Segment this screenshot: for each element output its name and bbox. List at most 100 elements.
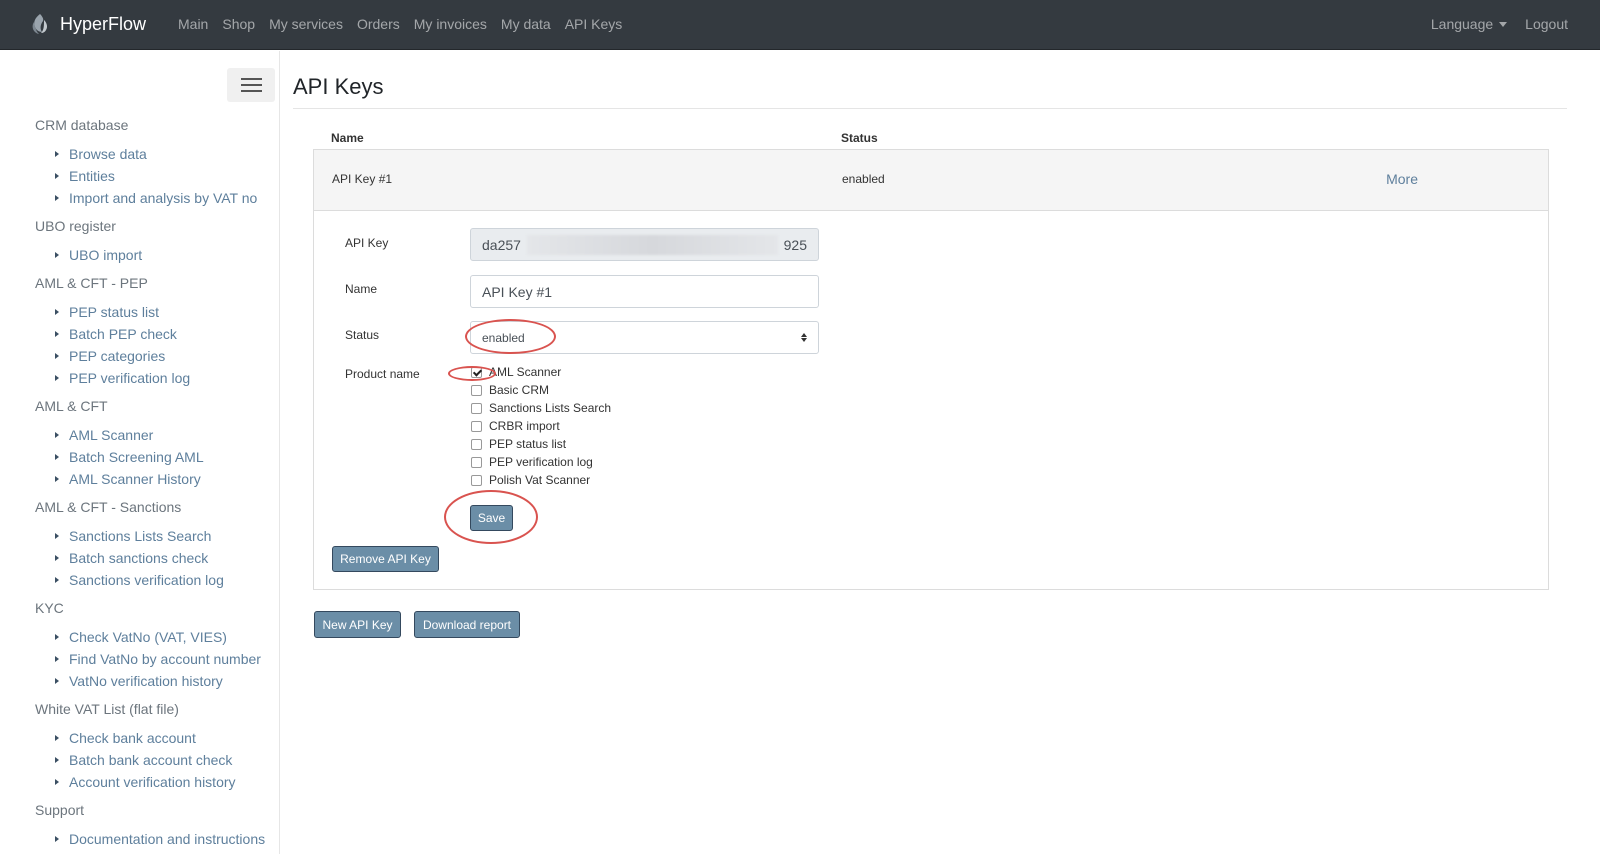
remove-api-key-button[interactable]: Remove API Key [332, 546, 439, 572]
product-checkbox-label: PEP verification log [489, 455, 593, 469]
new-api-key-button[interactable]: New API Key [314, 611, 401, 638]
sidebar-section-title: Support [35, 802, 85, 818]
sidebar-menu: CRM database Browse data Entities Import… [35, 116, 280, 854]
save-button[interactable]: Save [470, 505, 513, 531]
column-header-name: Name [331, 131, 364, 145]
sidebar-group-ubo: UBO register UBO import [35, 217, 280, 268]
sidebar-item-batch-bank-account-check[interactable]: Batch bank account check [35, 751, 280, 773]
sidebar-group-sanctions: AML & CFT - Sanctions Sanctions Lists Se… [35, 498, 280, 593]
language-label: Language [1430, 16, 1494, 32]
sidebar-item-check-bank-account[interactable]: Check bank account [35, 729, 280, 751]
sidebar-item-ubo-import[interactable]: UBO import [35, 246, 280, 268]
brand[interactable]: HyperFlow [28, 12, 146, 36]
sidebar-item-pep-status-list[interactable]: PEP status list [35, 303, 280, 325]
sidebar-toggle-button[interactable] [227, 68, 275, 102]
sidebar: CRM database Browse data Entities Import… [0, 51, 280, 854]
status-select-value: enabled [482, 330, 525, 345]
sidebar-group-kyc: KYC Check VatNo (VAT, VIES) Find VatNo b… [35, 599, 280, 694]
language-dropdown[interactable]: Language [1430, 16, 1508, 32]
product-checkbox-label: PEP status list [489, 437, 567, 451]
product-checkbox-label: Sanctions Lists Search [489, 401, 612, 415]
sidebar-item-browse-data[interactable]: Browse data [35, 145, 280, 167]
sidebar-item-aml-scanner[interactable]: AML Scanner [35, 426, 280, 448]
product-checkbox-polish-vat-scanner[interactable]: Polish Vat Scanner [470, 471, 611, 489]
api-key-row-name: API Key #1 [332, 172, 393, 186]
product-checkbox-label: Polish Vat Scanner [489, 473, 591, 487]
status-label: Status [345, 328, 380, 342]
product-name-label: Product name [345, 367, 420, 381]
sidebar-section-title: UBO register [35, 218, 116, 234]
sidebar-item-pep-categories[interactable]: PEP categories [35, 347, 280, 369]
sidebar-item-batch-pep-check[interactable]: Batch PEP check [35, 325, 280, 347]
sidebar-section-title: AML & CFT - Sanctions [35, 499, 182, 515]
sidebar-group-support: Support Documentation and instructions [35, 801, 280, 852]
sidebar-item-sanctions-verification-log[interactable]: Sanctions verification log [35, 571, 280, 593]
sidebar-item-entities[interactable]: Entities [35, 167, 280, 189]
api-key-field[interactable]: da257 925 [470, 228, 819, 261]
top-navbar: HyperFlow Main Shop My services Orders M… [0, 0, 1600, 50]
product-checkbox-list: AML Scanner Basic CRM Sanctions Lists Se… [470, 363, 611, 489]
sidebar-section-title: CRM database [35, 117, 129, 133]
page-title: API Keys [293, 74, 384, 99]
product-checkbox-label: Basic CRM [489, 383, 550, 397]
caret-down-icon [1499, 21, 1508, 27]
more-link[interactable]: More [1386, 171, 1418, 187]
sidebar-item-aml-scanner-history[interactable]: AML Scanner History [35, 470, 280, 492]
api-key-row-status: enabled [842, 172, 885, 186]
api-key-label: API Key [345, 236, 389, 250]
checkbox-icon [471, 438, 482, 450]
sidebar-item-import-vat[interactable]: Import and analysis by VAT no [35, 189, 280, 211]
checkbox-icon [471, 384, 482, 396]
product-checkbox-pep-verification-log[interactable]: PEP verification log [470, 453, 611, 471]
name-label: Name [345, 282, 378, 296]
sidebar-item-batch-sanctions-check[interactable]: Batch sanctions check [35, 549, 280, 571]
nav-shop[interactable]: Shop [222, 16, 255, 32]
sidebar-section-title: White VAT List (flat file) [35, 701, 179, 717]
brand-name: HyperFlow [60, 13, 147, 34]
sidebar-section-title: AML & CFT - PEP [35, 275, 148, 291]
product-checkbox-aml-scanner[interactable]: AML Scanner [470, 363, 611, 381]
status-select[interactable]: enabled [470, 321, 819, 354]
sidebar-section-title: KYC [35, 600, 64, 616]
checkbox-icon [471, 402, 482, 414]
product-checkbox-label: AML Scanner [489, 365, 562, 379]
sidebar-item-documentation[interactable]: Documentation and instructions [35, 830, 280, 852]
api-key-row[interactable]: API Key #1 enabled More [314, 150, 1548, 211]
hyperflow-logo-icon [32, 14, 48, 34]
download-report-button[interactable]: Download report [414, 611, 520, 638]
nav-right: Language Logout [1431, 16, 1568, 32]
nav-my-services[interactable]: My services [269, 16, 343, 32]
nav-orders[interactable]: Orders [357, 16, 400, 32]
nav-api-keys[interactable]: API Keys [565, 16, 623, 32]
checkbox-icon [471, 456, 482, 468]
select-arrows-icon [801, 333, 807, 342]
product-checkbox-pep-status-list[interactable]: PEP status list [470, 435, 611, 453]
redacted-key-mask [526, 234, 778, 255]
main-nav: Main Shop My services Orders My invoices… [178, 16, 636, 32]
nav-my-invoices[interactable]: My invoices [414, 16, 487, 32]
nav-my-data[interactable]: My data [501, 16, 551, 32]
nav-main[interactable]: Main [178, 16, 208, 32]
sidebar-group-pep: AML & CFT - PEP PEP status list Batch PE… [35, 274, 280, 391]
sidebar-group-crm: CRM database Browse data Entities Import… [35, 116, 280, 211]
sidebar-item-find-vatno[interactable]: Find VatNo by account number [35, 650, 280, 672]
sidebar-item-batch-screening-aml[interactable]: Batch Screening AML [35, 448, 280, 470]
api-key-suffix: 925 [783, 236, 807, 253]
sidebar-item-account-verification-history[interactable]: Account verification history [35, 773, 280, 795]
api-key-card: API Key #1 enabled More API Key da257 92… [313, 149, 1549, 590]
sidebar-group-white-vat: White VAT List (flat file) Check bank ac… [35, 700, 280, 795]
product-checkbox-basic-crm[interactable]: Basic CRM [470, 381, 611, 399]
sidebar-item-check-vatno[interactable]: Check VatNo (VAT, VIES) [35, 628, 280, 650]
column-header-status: Status [841, 131, 878, 145]
name-input[interactable] [470, 275, 819, 308]
sidebar-group-aml: AML & CFT AML Scanner Batch Screening AM… [35, 397, 280, 492]
checkbox-icon [471, 366, 482, 378]
api-key-prefix: da257 [482, 236, 521, 253]
checkbox-icon [471, 420, 482, 432]
sidebar-item-vatno-history[interactable]: VatNo verification history [35, 672, 280, 694]
product-checkbox-crbr-import[interactable]: CRBR import [470, 417, 611, 435]
sidebar-item-pep-verification-log[interactable]: PEP verification log [35, 369, 280, 391]
logout-link[interactable]: Logout [1525, 16, 1568, 32]
product-checkbox-sanctions-lists-search[interactable]: Sanctions Lists Search [470, 399, 611, 417]
sidebar-item-sanctions-lists-search[interactable]: Sanctions Lists Search [35, 527, 280, 549]
